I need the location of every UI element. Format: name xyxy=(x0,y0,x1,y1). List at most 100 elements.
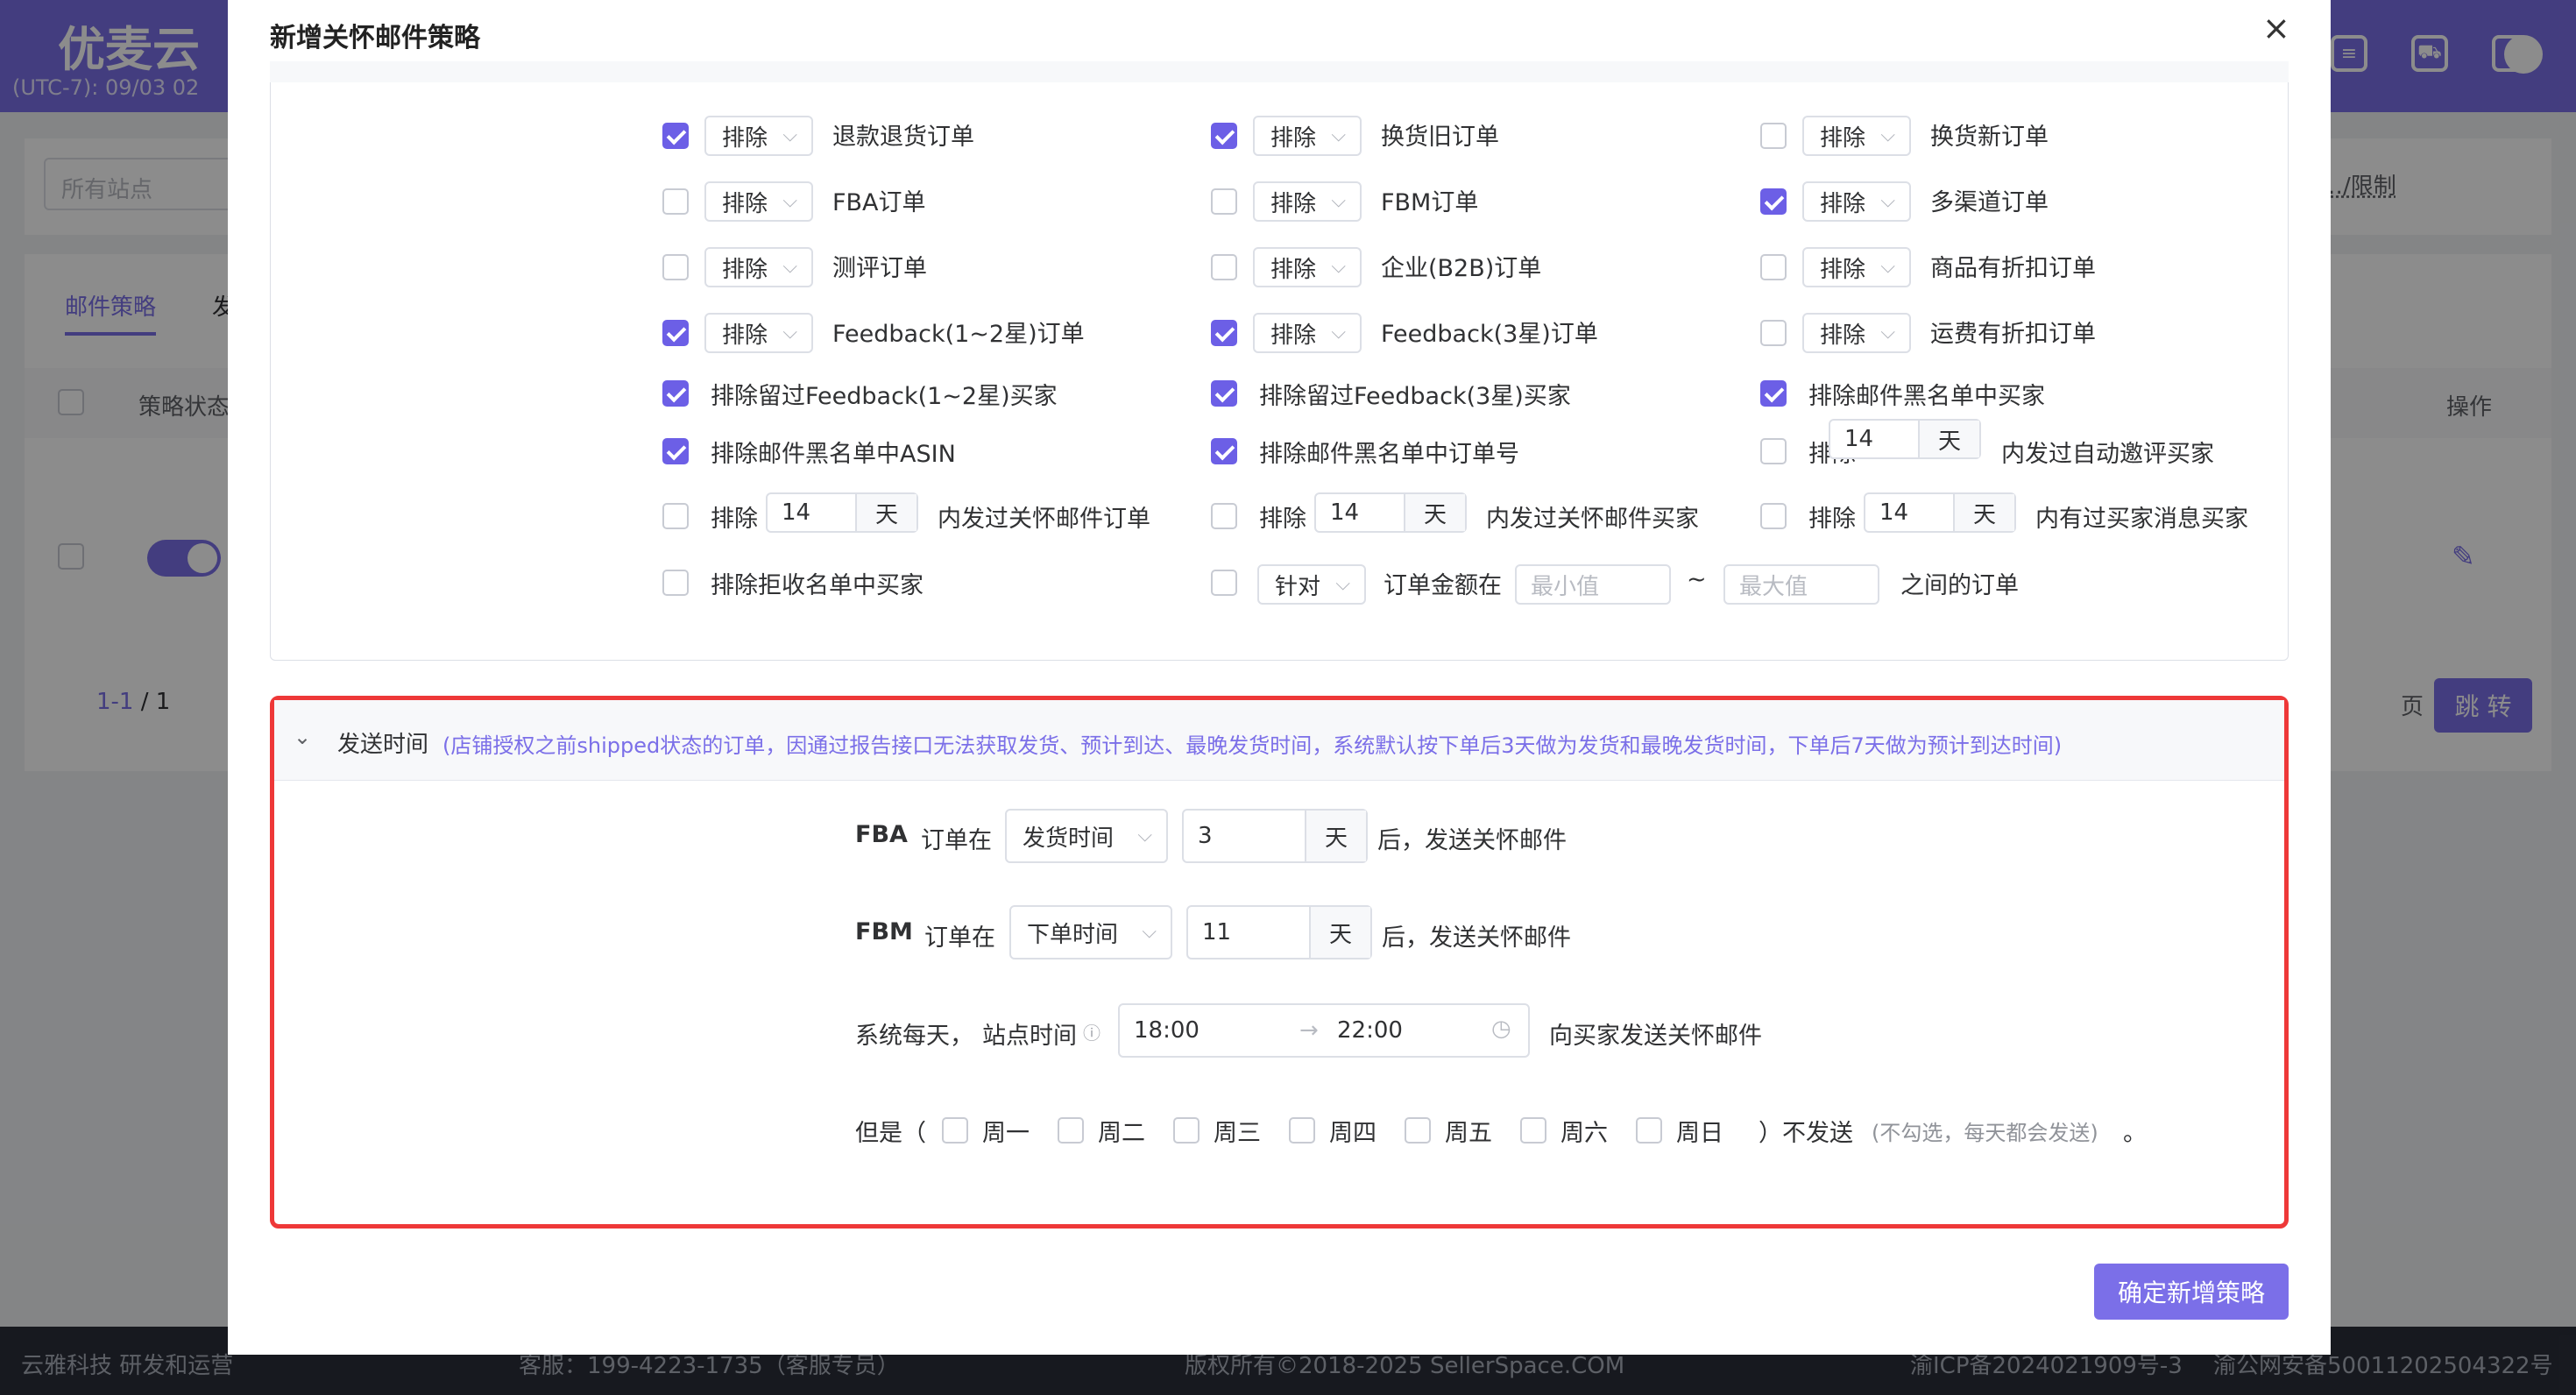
checkbox-exclude-reject-list[interactable] xyxy=(662,570,689,596)
days-input[interactable]: 14 天 xyxy=(1864,492,2016,533)
unit-day: 天 xyxy=(1305,811,1366,861)
chevron-down-icon: ⌵ xyxy=(1331,190,1346,212)
send-time-title: 发送时间 xyxy=(337,732,429,758)
checkbox-exclude-auto-invite[interactable] xyxy=(1760,438,1787,464)
section-divider xyxy=(270,61,2289,82)
weekday-checkbox[interactable] xyxy=(942,1117,968,1144)
checkbox-exclude-days[interactable] xyxy=(662,503,689,529)
option-checkbox[interactable] xyxy=(1211,320,1237,346)
option-checkbox[interactable] xyxy=(662,320,689,346)
weekday-checkbox[interactable] xyxy=(1520,1117,1546,1144)
fbm-suffix: 后，发送关怀邮件 xyxy=(1382,924,1571,952)
option-label: 退款退货订单 xyxy=(832,124,974,151)
amount-min-input[interactable]: 最小值 xyxy=(1515,564,1671,605)
send-time-header[interactable]: ⌄ 发送时间 (店铺授权之前shipped状态的订单，因通过报告接口无法获取发货… xyxy=(274,700,2284,781)
chevron-down-icon: ⌵ xyxy=(782,256,797,278)
weekday-checkbox[interactable] xyxy=(1173,1117,1200,1144)
exclude-select[interactable]: 排除 ⌵ xyxy=(1802,181,1911,222)
checkbox-order-amount[interactable] xyxy=(1211,570,1237,596)
days-input[interactable]: 14 天 xyxy=(1314,492,1467,533)
weekday-checkbox[interactable] xyxy=(1405,1117,1431,1144)
fba-time-type-select[interactable]: 发货时间 ⌵ xyxy=(1005,809,1168,863)
exclude-select[interactable]: 排除 ⌵ xyxy=(704,181,813,222)
label-exclude-feedback-1-2-buyer: 排除留过Feedback(1~2星)买家 xyxy=(711,383,1058,410)
weekday-checkbox[interactable] xyxy=(1636,1117,1662,1144)
weekday-label: 周三 xyxy=(1214,1120,1261,1147)
option-label: 换货新订单 xyxy=(1930,124,2049,151)
exclude-select[interactable]: 排除 ⌵ xyxy=(704,116,813,156)
fba-label: 订单在 xyxy=(921,827,992,854)
send-time-panel: ⌄ 发送时间 (店铺授权之前shipped状态的订单，因通过报告接口无法获取发货… xyxy=(270,696,2289,1229)
fbm-tag: FBM xyxy=(855,918,913,945)
weekday-close: ）不发送 xyxy=(1759,1120,1853,1147)
fba-days-input[interactable]: 3 天 xyxy=(1182,809,1368,863)
chevron-down-icon: ⌵ xyxy=(782,322,797,343)
chevron-down-icon: ⌵ xyxy=(1137,825,1152,846)
option-checkbox[interactable] xyxy=(1760,123,1787,149)
option-checkbox[interactable] xyxy=(1211,254,1237,280)
option-label: 测评订单 xyxy=(832,255,927,282)
checkbox-exclude-feedback-3-buyer[interactable] xyxy=(1211,380,1237,407)
fba-suffix: 后，发送关怀邮件 xyxy=(1377,827,1567,854)
chevron-down-icon: ⌵ xyxy=(1331,322,1346,343)
amount-range-tilde: ~ xyxy=(1687,566,1707,593)
daily-suffix: 向买家发送关怀邮件 xyxy=(1549,1023,1762,1050)
amount-max-input[interactable]: 最大值 xyxy=(1723,564,1879,605)
checkbox-exclude-days[interactable] xyxy=(1211,503,1237,529)
exclude-select[interactable]: 排除 ⌵ xyxy=(1253,247,1362,287)
option-label: 商品有折扣订单 xyxy=(1930,255,2096,282)
unit-day: 天 xyxy=(855,494,916,531)
exclude-select[interactable]: 排除 ⌵ xyxy=(704,313,813,353)
weekday-checkbox[interactable] xyxy=(1058,1117,1084,1144)
modal-title: 新增关怀邮件策略 xyxy=(270,23,480,53)
label-exclude-blacklist-buyer: 排除邮件黑名单中买家 xyxy=(1808,383,2045,410)
option-checkbox[interactable] xyxy=(662,123,689,149)
range-arrow-icon: → xyxy=(1299,1017,1319,1044)
option-checkbox[interactable] xyxy=(1760,188,1787,215)
checkbox-exclude-days[interactable] xyxy=(1760,503,1787,529)
option-checkbox[interactable] xyxy=(662,188,689,215)
checkbox-exclude-blacklist-asin[interactable] xyxy=(662,438,689,464)
send-time-range-picker[interactable]: 18:00 → 22:00 ◷ xyxy=(1118,1003,1530,1058)
amount-target-select[interactable]: 针对 ⌵ xyxy=(1257,564,1366,605)
option-label: FBM订单 xyxy=(1381,189,1479,216)
label-days-suffix: 内有过买家消息买家 xyxy=(2035,506,2248,533)
option-checkbox[interactable] xyxy=(1211,123,1237,149)
exclude-select[interactable]: 排除 ⌵ xyxy=(1802,247,1911,287)
chevron-down-icon[interactable]: ⌄ xyxy=(294,725,311,749)
fbm-days-input[interactable]: 11 天 xyxy=(1186,905,1372,960)
fbm-time-type-select[interactable]: 下单时间 ⌵ xyxy=(1009,905,1172,960)
exclude-select[interactable]: 排除 ⌵ xyxy=(1802,313,1911,353)
unit-day: 天 xyxy=(1309,907,1370,958)
daily-prefix: 系统每天， xyxy=(855,1023,973,1050)
time-range-end: 22:00 xyxy=(1337,1017,1403,1044)
exclude-conditions-panel: 排除 ⌵ 退款退货订单 排除 ⌵ 换货旧订单 排除 ⌵ 换货新订单 排除 ⌵ FBA订单 排除 ⌵ FBM订… xyxy=(270,82,2289,661)
option-checkbox[interactable] xyxy=(662,254,689,280)
days-input[interactable]: 14 天 xyxy=(766,492,918,533)
time-range-start: 18:00 xyxy=(1134,1017,1200,1044)
exclude-select[interactable]: 排除 ⌵ xyxy=(1253,116,1362,156)
checkbox-exclude-feedback-1-2-buyer[interactable] xyxy=(662,380,689,407)
checkbox-exclude-blacklist-order[interactable] xyxy=(1211,438,1237,464)
weekday-checkbox[interactable] xyxy=(1289,1117,1315,1144)
option-checkbox[interactable] xyxy=(1760,320,1787,346)
checkbox-exclude-blacklist-buyer[interactable] xyxy=(1760,380,1787,407)
chevron-down-icon: ⌵ xyxy=(1331,124,1346,146)
site-time-label: 站点时间 xyxy=(982,1023,1077,1050)
option-label: FBA订单 xyxy=(832,189,926,216)
unit-day: 天 xyxy=(1953,494,2014,531)
confirm-add-strategy-button[interactable]: 确定新增策略 xyxy=(2094,1264,2289,1320)
exclude-select[interactable]: 排除 ⌵ xyxy=(704,247,813,287)
exclude-select[interactable]: 排除 ⌵ xyxy=(1253,181,1362,222)
chevron-down-icon: ⌵ xyxy=(1880,190,1895,212)
option-checkbox[interactable] xyxy=(1760,254,1787,280)
option-checkbox[interactable] xyxy=(1211,188,1237,215)
label-amount-suffix: 之间的订单 xyxy=(1900,572,2019,599)
help-icon[interactable]: ⓘ xyxy=(1083,1019,1100,1044)
send-time-note: (店铺授权之前shipped状态的订单，因通过报告接口无法获取发货、预计到达、最… xyxy=(442,733,2063,758)
auto-invite-days-input[interactable]: 14 天 xyxy=(1829,419,1981,459)
exclude-select[interactable]: 排除 ⌵ xyxy=(1253,313,1362,353)
exclude-select[interactable]: 排除 ⌵ xyxy=(1802,116,1911,156)
label-exclude: 排除 xyxy=(1808,506,1856,533)
close-icon[interactable]: × xyxy=(2262,9,2290,47)
